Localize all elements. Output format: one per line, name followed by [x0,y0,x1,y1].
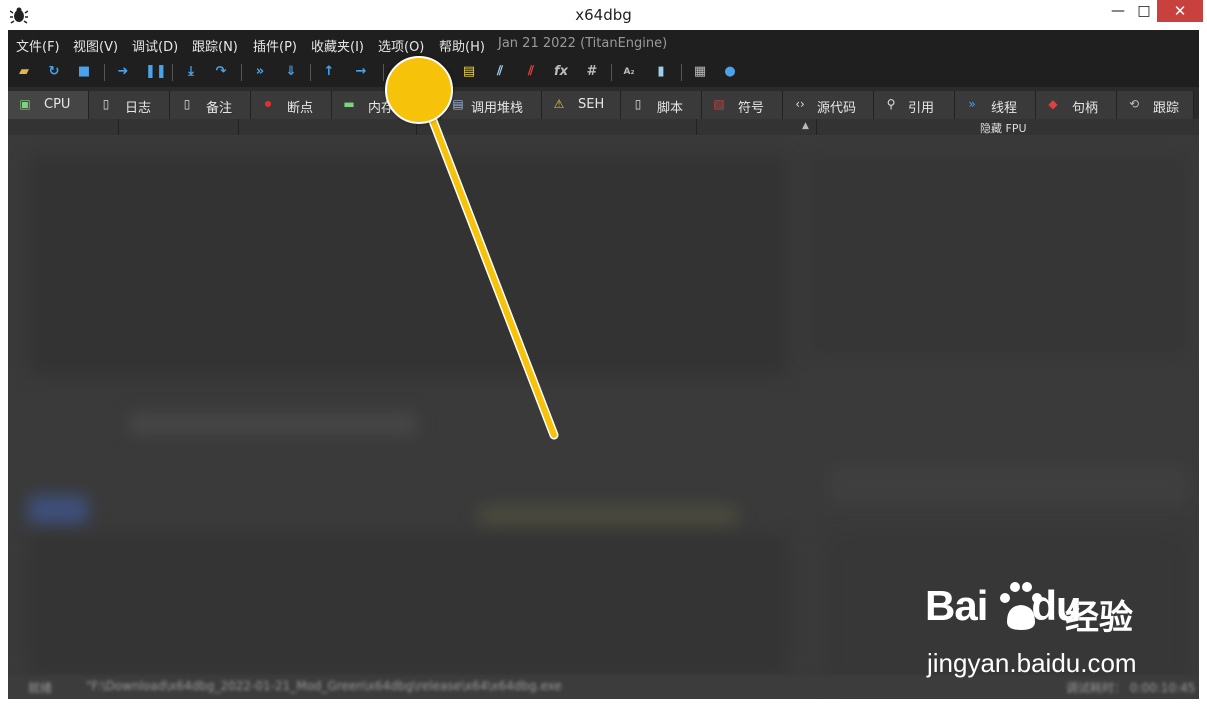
app-window: x64dbg — □ ✕ 文件(F) 视图(V) 调试(D) 跟踪(N) 插件(… [0,0,1207,707]
watermark-cn: 经验 [1065,598,1133,638]
baidu-watermark: Bai du 经验 jingyan.baidu.com [925,578,1195,688]
annotation-highlight-dot [385,56,453,124]
watermark-url: jingyan.baidu.com [927,648,1137,678]
paw-icon [1000,582,1042,630]
